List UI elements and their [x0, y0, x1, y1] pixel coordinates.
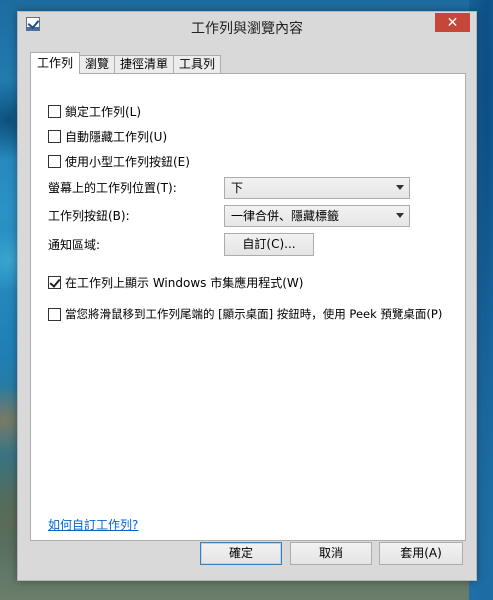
tab-navigation[interactable]: 瀏覽: [80, 55, 116, 74]
taskbar-tab-panel: 鎖定工作列(L) 自動隱藏工作列(U) 使用小型工作列按鈕(E) 螢幕上的工作列…: [30, 73, 466, 541]
customize-taskbar-help-link[interactable]: 如何自訂工作列?: [48, 516, 138, 533]
show-store-apps-label: 在工作列上顯示 Windows 市集應用程式(W): [65, 275, 304, 290]
taskbar-buttons-dropdown[interactable]: 一律合併、隱藏標籤: [224, 205, 410, 227]
tab-taskbar[interactable]: 工作列: [30, 52, 81, 74]
lock-taskbar-checkbox[interactable]: [48, 104, 61, 118]
peek-checkbox[interactable]: [48, 307, 61, 321]
taskbar-location-dropdown[interactable]: 下: [224, 177, 410, 199]
tab-jump-lists[interactable]: 捷徑清單: [115, 55, 175, 74]
tab-strip: 工作列 瀏覽 捷徑清單 工具列: [30, 52, 222, 74]
small-buttons-checkbox[interactable]: [48, 154, 61, 168]
title-bar[interactable]: 工作列與瀏覽內容 ✕: [18, 12, 476, 42]
peek-label: 當您將滑鼠移到工作列尾端的 [顯示桌面] 按鈕時，使用 Peek 預覽桌面(P): [65, 307, 443, 321]
taskbar-properties-dialog: 工作列與瀏覽內容 ✕ 工作列 瀏覽 捷徑清單 工具列 鎖定工作列(L) 自動隱藏…: [17, 11, 477, 581]
taskbar-location-label: 螢幕上的工作列位置(T):: [48, 181, 177, 195]
customize-notification-button[interactable]: 自訂(C)...: [224, 233, 314, 256]
apply-button[interactable]: 套用(A): [379, 542, 463, 565]
auto-hide-option[interactable]: 自動隱藏工作列(U): [48, 127, 167, 145]
show-store-apps-option[interactable]: 在工作列上顯示 Windows 市集應用程式(W): [48, 273, 303, 291]
lock-taskbar-label: 鎖定工作列(L): [65, 104, 142, 119]
peek-option[interactable]: 當您將滑鼠移到工作列尾端的 [顯示桌面] 按鈕時，使用 Peek 預覽桌面(P): [48, 305, 442, 323]
tab-toolbars[interactable]: 工具列: [174, 55, 222, 74]
lock-taskbar-option[interactable]: 鎖定工作列(L): [48, 102, 141, 120]
small-buttons-label: 使用小型工作列按鈕(E): [65, 154, 190, 169]
auto-hide-checkbox[interactable]: [48, 129, 61, 143]
auto-hide-label: 自動隱藏工作列(U): [65, 129, 168, 144]
chevron-down-icon: [396, 213, 404, 218]
close-button[interactable]: ✕: [435, 13, 470, 32]
cancel-button[interactable]: 取消: [290, 542, 372, 565]
taskbar-buttons-value: 一律合併、隱藏標籤: [231, 209, 340, 223]
close-icon: ✕: [446, 14, 459, 31]
taskbar-buttons-label: 工作列按鈕(B):: [48, 209, 130, 223]
window-title: 工作列與瀏覽內容: [191, 21, 303, 37]
chevron-down-icon: [396, 185, 404, 190]
small-buttons-option[interactable]: 使用小型工作列按鈕(E): [48, 152, 190, 170]
notification-area-label: 通知區域:: [48, 238, 101, 252]
ok-button[interactable]: 確定: [200, 542, 282, 565]
show-store-apps-checkbox[interactable]: [48, 275, 61, 289]
taskbar-location-value: 下: [231, 181, 244, 195]
